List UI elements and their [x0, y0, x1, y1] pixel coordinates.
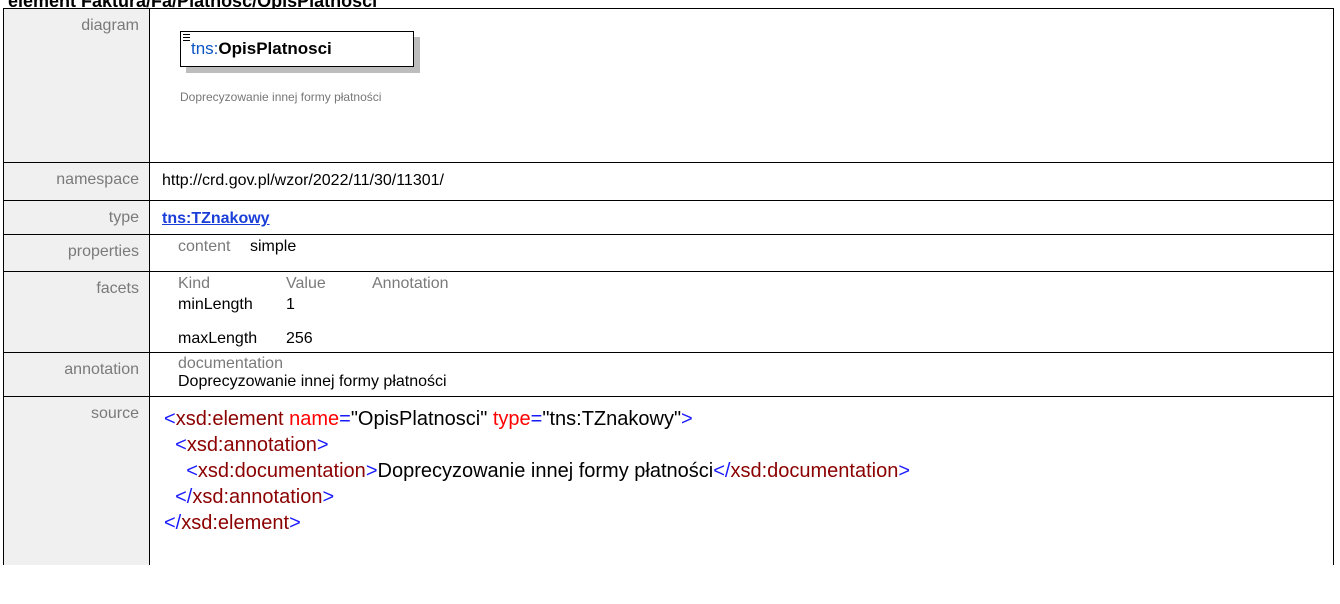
type-link[interactable]: tns:TZnakowy — [150, 201, 1333, 228]
properties-value: simple — [250, 238, 297, 255]
facets-header-kind: Kind — [178, 275, 211, 292]
diagram-label: diagram — [81, 17, 139, 34]
element-documentation: Doprecyzowanie innej formy płatności — [180, 90, 382, 104]
diagram-label-cell: diagram — [3, 8, 150, 163]
annotation-header: documentation — [178, 355, 283, 372]
element-name: tns:OpisPlatnosci — [191, 39, 332, 59]
diagram-value-cell: tns:OpisPlatnosci Doprecyzowanie innej f… — [149, 8, 1334, 163]
xml-tag-name: xsd:element — [175, 408, 284, 430]
facet-kind: minLength — [178, 296, 253, 313]
annotation-row: annotation documentation Doprecyzowanie … — [3, 352, 1334, 397]
xml-attr-name: name — [289, 408, 340, 430]
namespace-label: namespace — [56, 171, 139, 188]
facet-value: 256 — [286, 330, 313, 347]
properties-label: properties — [67, 243, 139, 260]
properties-row: properties content simple — [3, 234, 1334, 272]
source-label: source — [90, 405, 139, 422]
facet-value: 1 — [286, 296, 295, 313]
source-value-cell: <xsd:element name="OpisPlatnosci" type="… — [149, 396, 1334, 565]
xml-attr-name: type — [492, 408, 531, 430]
source-code: <xsd:element name="OpisPlatnosci" type="… — [150, 397, 1333, 536]
source-label-cell: source — [3, 396, 150, 565]
namespace-value-cell: http://crd.gov.pl/wzor/2022/11/30/11301/ — [149, 162, 1334, 201]
source-line: <xsd:element name="OpisPlatnosci" type="… — [164, 408, 693, 430]
source-line: </xsd:element> — [164, 512, 301, 534]
element-prefix: tns: — [191, 39, 219, 58]
annotation-text: Doprecyzowanie innej formy płatności — [178, 373, 447, 390]
source-line: </xsd:annotation> — [175, 486, 335, 508]
xml-tag-name: xsd:documentation — [197, 460, 366, 482]
facets-label-cell: facets — [3, 271, 150, 353]
xml-tag-name: xsd:element — [181, 512, 290, 534]
source-line: <xsd:documentation>Doprecyzowanie innej … — [186, 460, 911, 482]
annotation-label: annotation — [64, 361, 139, 378]
properties-key: content — [178, 238, 231, 255]
xml-attr-value: "OpisPlatnosci" — [350, 408, 488, 430]
type-label-cell: type — [3, 200, 150, 235]
element-lines-icon — [183, 34, 190, 43]
xml-tag-name: xsd:annotation — [186, 434, 317, 456]
source-line: <xsd:annotation> — [175, 434, 329, 456]
source-row: source <xsd:element name="OpisPlatnosci"… — [3, 396, 1334, 565]
namespace-row: namespace http://crd.gov.pl/wzor/2022/11… — [3, 162, 1334, 201]
facet-kind: maxLength — [178, 330, 258, 347]
facets-header-annotation: Annotation — [372, 275, 449, 292]
annotation-label-cell: annotation — [3, 352, 150, 397]
type-label: type — [108, 209, 139, 226]
xml-tag-name: xsd:documentation — [730, 460, 899, 482]
element-box[interactable]: tns:OpisPlatnosci — [180, 31, 414, 67]
facets-value-cell: Kind Value Annotation minLength 1 maxLen… — [149, 271, 1334, 353]
schema-element-table: diagram tns:OpisPlatnosci Doprecyzowanie… — [3, 8, 1334, 565]
properties-label-cell: properties — [3, 234, 150, 272]
diagram-row: diagram tns:OpisPlatnosci Doprecyzowanie… — [3, 8, 1334, 163]
properties-value-cell: content simple — [149, 234, 1334, 272]
type-value-cell: tns:TZnakowy — [149, 200, 1334, 235]
namespace-label-cell: namespace — [3, 162, 150, 201]
properties-content: content simple — [150, 235, 1333, 256]
type-row: type tns:TZnakowy — [3, 200, 1334, 235]
facets-table: Kind Value Annotation minLength 1 maxLen… — [150, 272, 1333, 352]
facets-label: facets — [96, 280, 139, 297]
xml-tag-name: xsd:annotation — [192, 486, 323, 508]
schema-diagram: tns:OpisPlatnosci Doprecyzowanie innej f… — [150, 9, 1333, 162]
namespace-value: http://crd.gov.pl/wzor/2022/11/30/11301/ — [162, 172, 444, 189]
annotation-value-cell: documentation Doprecyzowanie innej formy… — [149, 352, 1334, 397]
annotation-content: documentation Doprecyzowanie innej formy… — [150, 353, 1333, 391]
xml-attr-value: "tns:TZnakowy" — [542, 408, 682, 430]
xml-text: Doprecyzowanie innej formy płatności — [377, 460, 714, 482]
element-local-name: OpisPlatnosci — [218, 39, 332, 58]
facets-header-value: Value — [286, 275, 326, 292]
facets-row: facets Kind Value Annotation minLength 1… — [3, 271, 1334, 353]
